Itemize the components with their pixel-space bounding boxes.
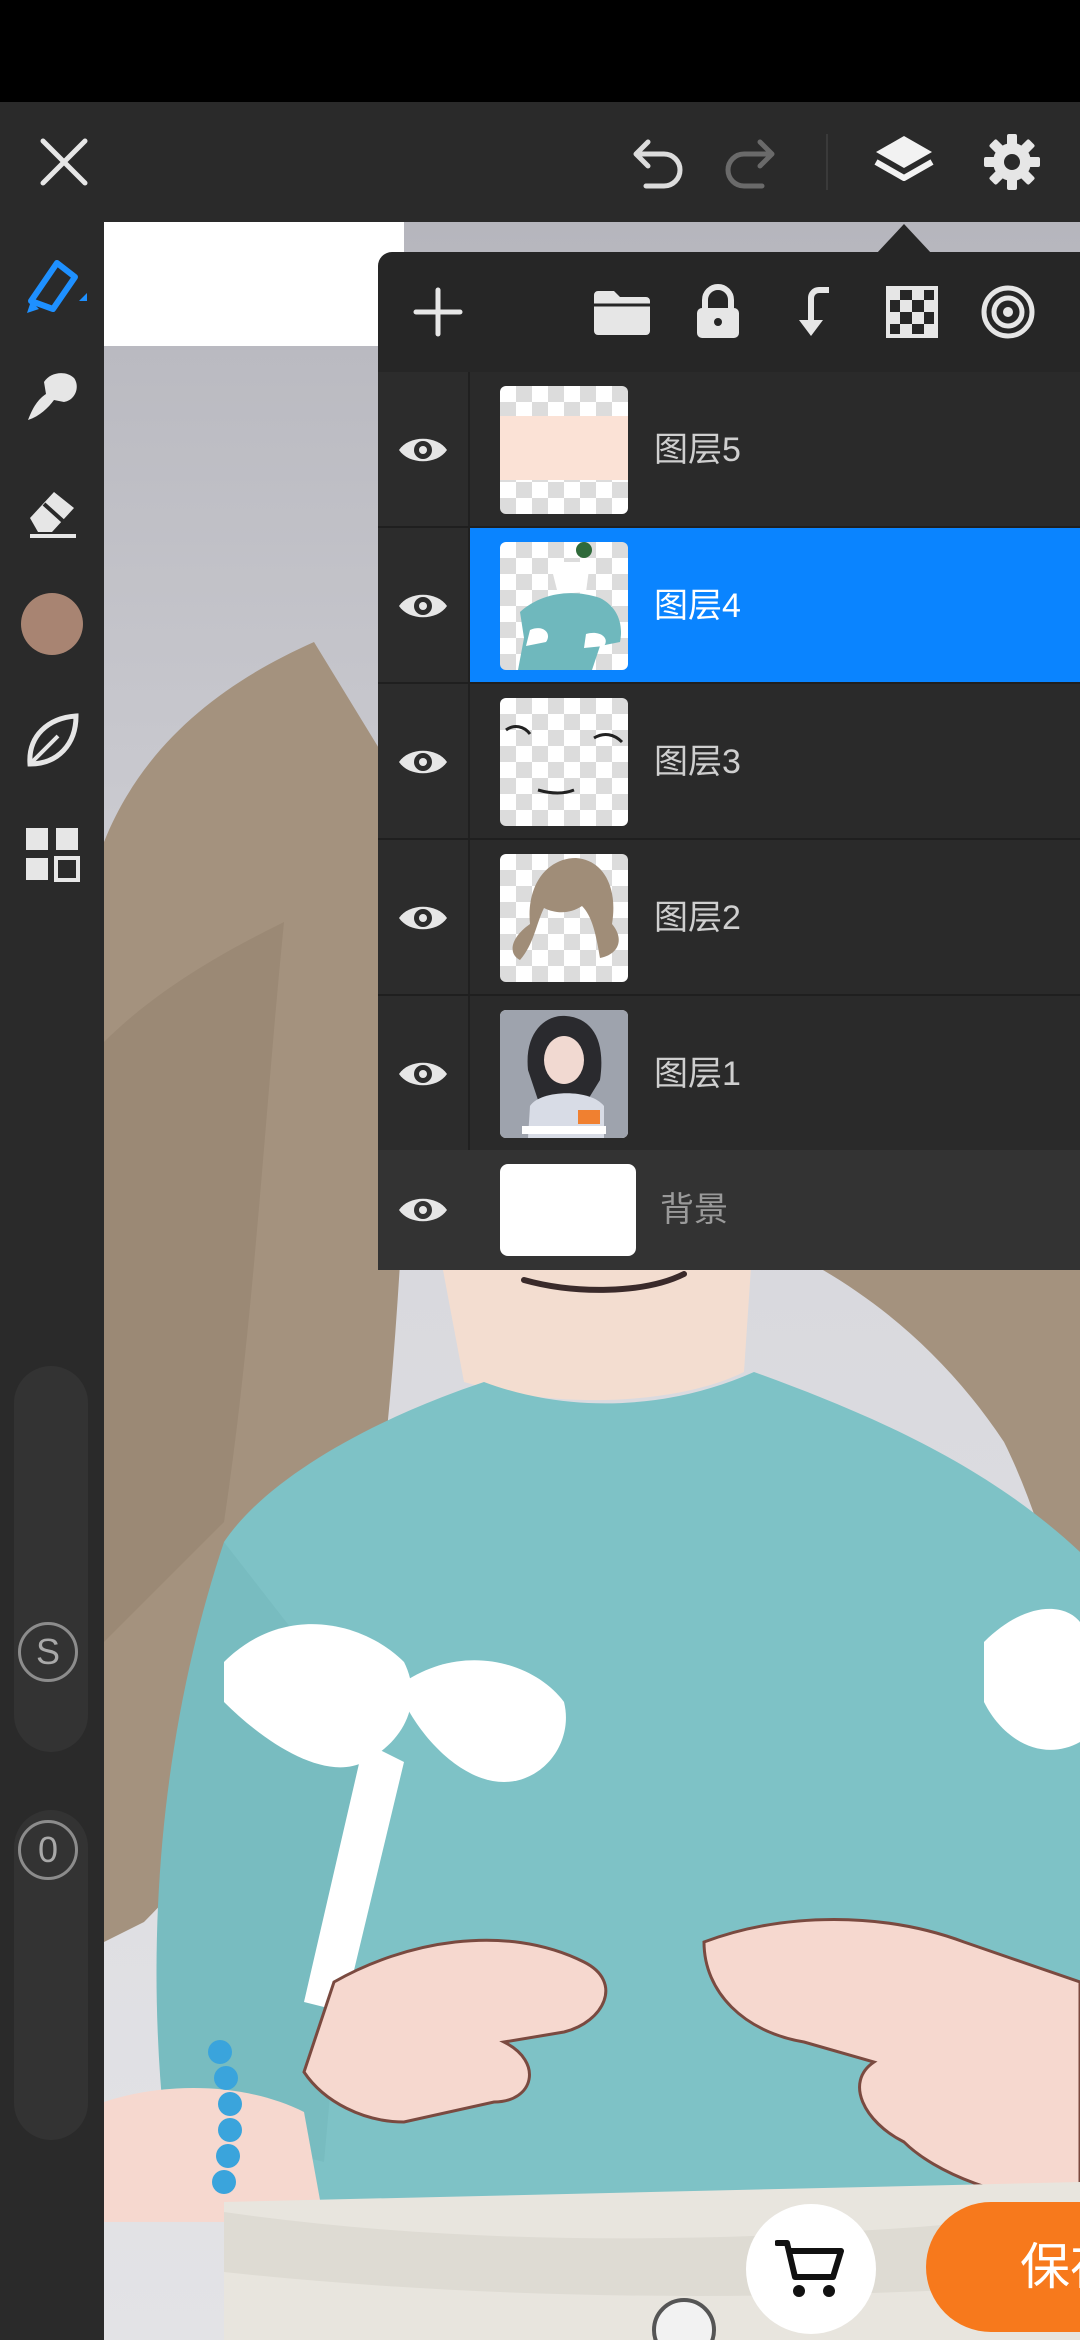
brush-size-slider[interactable]: S <box>14 1366 88 1752</box>
layer-name: 图层1 <box>654 1055 741 1093</box>
layer-name: 图层5 <box>654 431 741 469</box>
layers-panel-pointer <box>876 224 932 254</box>
grid-icon <box>26 828 80 882</box>
layer-row[interactable]: 图层5 <box>378 372 1080 528</box>
layer-group-button[interactable] <box>582 272 662 352</box>
layer-thumbnail <box>500 542 628 670</box>
layer-thumbnail <box>500 854 628 982</box>
checkerboard-icon <box>886 286 938 338</box>
close-icon <box>40 138 88 186</box>
background-color-swatch[interactable] <box>500 1164 636 1256</box>
merge-down-button[interactable] <box>774 272 854 352</box>
alpha-lock-button[interactable] <box>872 272 952 352</box>
layer-main[interactable]: 图层2 <box>470 840 1080 996</box>
smudge-icon <box>28 373 77 420</box>
size-slider-knob[interactable]: S <box>18 1622 78 1682</box>
plus-icon <box>413 287 463 337</box>
layer-visibility-toggle[interactable] <box>378 684 470 840</box>
layer-visibility-toggle[interactable] <box>378 372 470 528</box>
eye-icon <box>399 1198 447 1222</box>
pen-icon <box>27 260 87 313</box>
background-layer-row[interactable]: 背景 <box>378 1150 1080 1270</box>
undo-button[interactable] <box>616 102 696 222</box>
eraser-icon <box>30 492 76 538</box>
layers-button[interactable] <box>862 102 946 222</box>
layers-panel-toolbar <box>378 252 1080 372</box>
layers-panel: 图层5 图层4 图层3 图层2 图层1 背景 <box>378 252 1080 1270</box>
background-layer-name: 背景 <box>660 1191 728 1229</box>
redo-button[interactable] <box>712 102 792 222</box>
lock-layer-button[interactable] <box>678 272 758 352</box>
layers-icon <box>874 136 934 181</box>
status-bar <box>0 0 1080 102</box>
layer-mode-button[interactable] <box>968 272 1048 352</box>
current-color-swatch <box>21 593 83 655</box>
eye-icon <box>399 594 447 618</box>
color-picker[interactable] <box>0 574 104 674</box>
redo-icon <box>725 139 775 189</box>
add-layer-button[interactable] <box>398 272 478 352</box>
layer-name: 图层3 <box>654 743 741 781</box>
eye-icon <box>399 750 447 774</box>
layer-visibility-toggle[interactable] <box>378 840 470 996</box>
brush-tool[interactable] <box>0 236 104 336</box>
eraser-tool[interactable] <box>0 460 104 560</box>
opacity-slider-label: 0 <box>37 1829 59 1870</box>
top-toolbar <box>0 102 1080 222</box>
layer-thumbnail <box>500 1010 628 1138</box>
layer-row-selected[interactable]: 图层4 <box>378 528 1080 684</box>
layer-thumbnail <box>500 698 628 826</box>
left-toolbar: S 0 <box>0 222 104 2340</box>
layer-main[interactable]: 图层3 <box>470 684 1080 840</box>
eye-icon <box>399 1062 447 1086</box>
cart-button[interactable] <box>746 2204 876 2334</box>
background-visibility-toggle[interactable] <box>378 1150 468 1270</box>
opacity-slider-knob[interactable]: 0 <box>18 1820 78 1880</box>
layer-name: 图层4 <box>654 587 741 625</box>
layer-row[interactable]: 图层1 <box>378 996 1080 1152</box>
size-slider-label: S <box>35 1631 60 1672</box>
opacity-slider[interactable]: 0 <box>14 1810 88 2140</box>
layer-visibility-toggle[interactable] <box>378 996 470 1152</box>
layer-main[interactable]: 图层1 <box>470 996 1080 1152</box>
merge-down-icon <box>799 287 829 336</box>
smudge-tool[interactable] <box>0 346 104 446</box>
layer-name: 图层2 <box>654 899 741 937</box>
more-tools[interactable] <box>0 804 104 904</box>
eye-icon <box>399 438 447 462</box>
save-button[interactable]: 保存 <box>926 2202 1080 2332</box>
folder-icon <box>594 291 650 335</box>
target-icon <box>981 285 1035 339</box>
cart-icon <box>775 2240 844 2297</box>
close-button[interactable] <box>22 102 106 222</box>
settings-button[interactable] <box>970 102 1054 222</box>
eye-icon <box>399 906 447 930</box>
toolbar-divider <box>826 134 828 190</box>
lock-icon <box>697 284 739 338</box>
leaf-icon <box>27 713 79 767</box>
undo-icon <box>633 139 683 189</box>
brush-library-tool[interactable] <box>0 690 104 790</box>
layer-row[interactable]: 图层3 <box>378 684 1080 840</box>
layer-main[interactable]: 图层4 <box>470 528 1080 684</box>
layer-main[interactable]: 图层5 <box>470 372 1080 528</box>
gear-icon <box>984 134 1040 190</box>
layer-thumbnail <box>500 386 628 514</box>
layer-row[interactable]: 图层2 <box>378 840 1080 996</box>
layer-visibility-toggle[interactable] <box>378 528 470 684</box>
